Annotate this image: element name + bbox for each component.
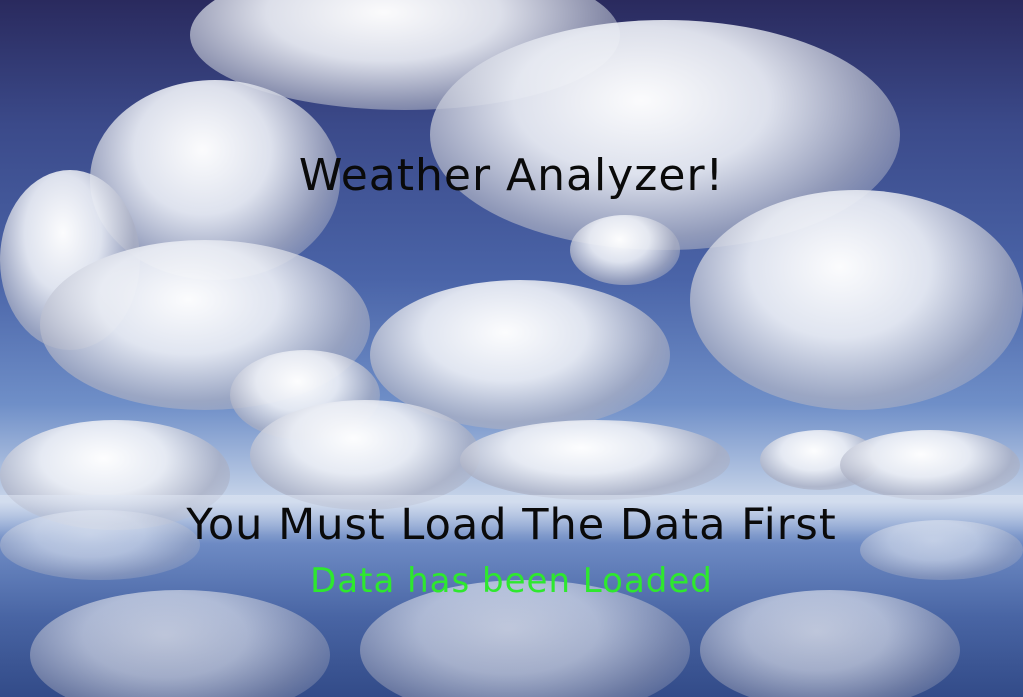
main-screen: Weather Analyzer! You Must Load The Data… <box>0 0 1023 697</box>
cloud-shape <box>570 215 680 285</box>
cloud-shape <box>250 400 480 510</box>
data-loaded-status: Data has been Loaded <box>310 561 713 601</box>
cloud-shape <box>840 430 1020 500</box>
cloud-shape <box>460 420 730 500</box>
app-title: Weather Analyzer! <box>298 150 725 201</box>
load-data-warning: You Must Load The Data First <box>186 500 837 550</box>
cloud-shape <box>690 190 1023 410</box>
